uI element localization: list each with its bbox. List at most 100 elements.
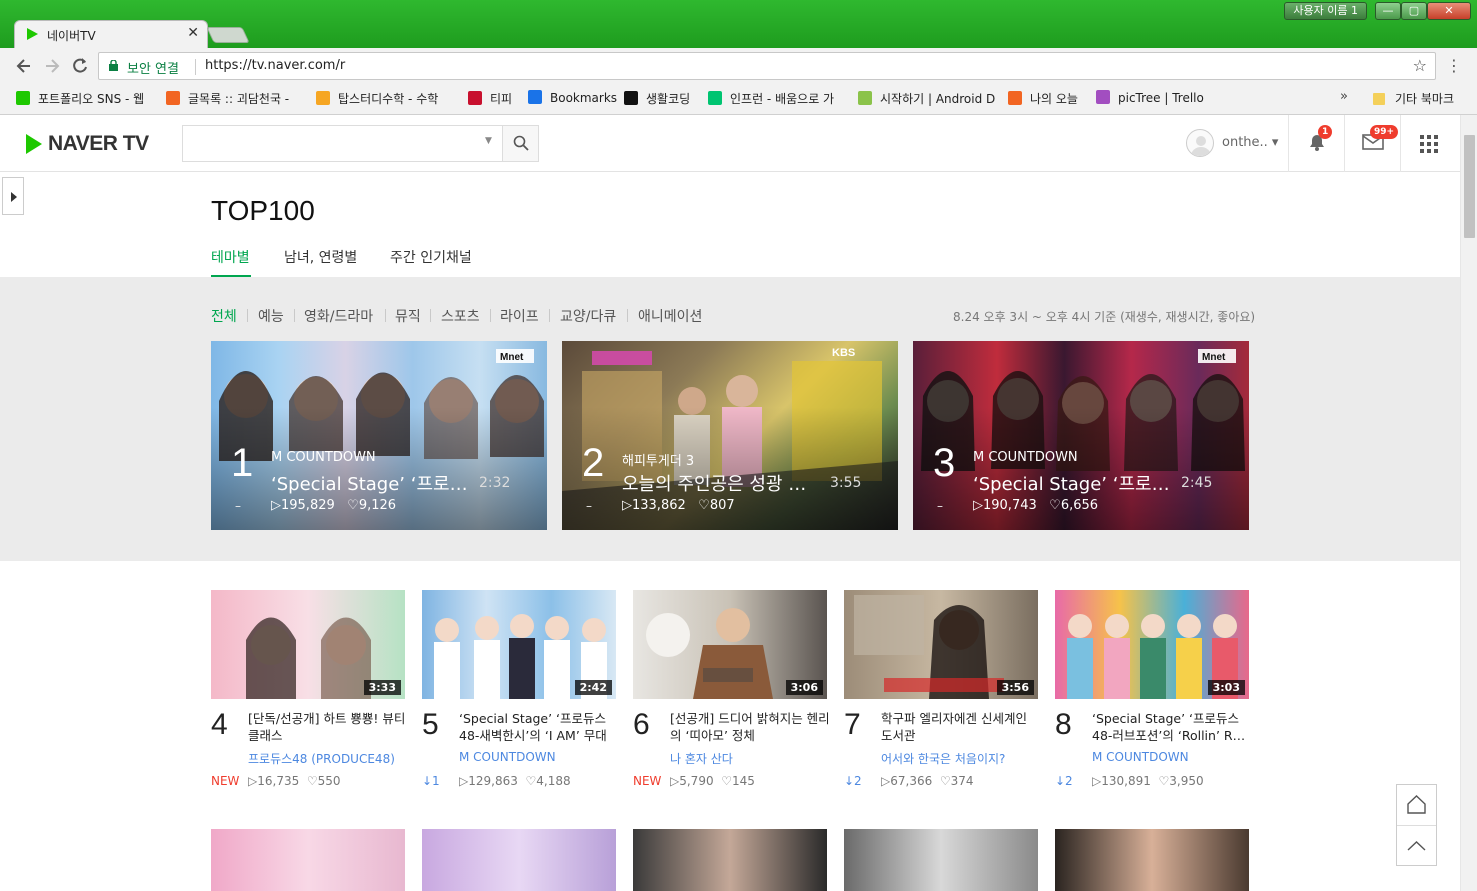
rank-change: NEW xyxy=(211,774,240,788)
video-stats: ▷16,735 ♡550 xyxy=(248,774,341,788)
channel-name[interactable]: M COUNTDOWN xyxy=(459,750,556,764)
search-input[interactable]: ▼ xyxy=(182,125,539,162)
url-text[interactable]: https://tv.naver.com/r xyxy=(205,58,345,73)
tab-gender-age[interactable]: 남녀, 연령별 xyxy=(284,247,357,267)
play-count: ▷133,862 xyxy=(622,498,686,513)
video-title[interactable]: ‘Special Stage’ ‘프로듀스48-새벽한시’의 ‘I AM’ 무대 xyxy=(459,710,619,744)
bookmark-item[interactable]: 시작하기 | Android D xyxy=(858,90,995,108)
maximize-button[interactable]: ▢ xyxy=(1401,2,1427,20)
rank-number: 7 xyxy=(844,708,861,741)
video-duration: 2:42 xyxy=(574,680,612,695)
video-card[interactable]: 3:03 8 ‘Special Stage’ ‘프로듀스48-러브포션’의 ‘R… xyxy=(1055,590,1249,788)
video-duration: 2:45 xyxy=(1181,475,1213,491)
video-thumbnail[interactable]: 3:03 xyxy=(1055,590,1249,699)
video-thumbnail[interactable]: 3:06 xyxy=(633,590,827,699)
rank-change: – xyxy=(235,499,241,513)
floating-nav xyxy=(1396,784,1437,866)
category-animation[interactable]: 애니메이션 xyxy=(638,306,702,326)
tab-weekly-channel[interactable]: 주간 인기채널 xyxy=(390,247,472,267)
secure-connection-label: 보안 연결 xyxy=(127,62,179,77)
top-video-card[interactable]: Mnet 3 M COUNTDOWN ‘Special Stage’ ‘프로… … xyxy=(913,341,1249,530)
tab-close-icon[interactable]: ✕ xyxy=(187,25,199,41)
avatar[interactable] xyxy=(1186,129,1214,157)
mail-button[interactable]: 99+ xyxy=(1362,125,1399,151)
browser-toolbar: 보안 연결 https://tv.naver.com/r ☆ ⋮ xyxy=(0,48,1477,84)
video-thumbnail[interactable] xyxy=(844,829,1038,891)
channel-name[interactable]: 어서와 한국은 처음이지? xyxy=(881,750,1005,767)
category-variety[interactable]: 예능 xyxy=(258,306,284,326)
profile-button[interactable]: 사용자 이름 1 xyxy=(1284,2,1367,20)
video-card[interactable]: 3:06 6 [선공개] 드디어 밝혀지는 헨리의 ‘띠아모’ 정체 나 혼자 … xyxy=(633,590,830,788)
bookmark-item[interactable]: 탑스터디수학 - 수학 xyxy=(316,90,438,108)
video-card[interactable]: 3:56 7 학구파 엘리자에겐 신세계인 도서관 어서와 한국은 처음이지? … xyxy=(844,590,1038,788)
video-title[interactable]: 학구파 엘리자에겐 신세계인 도서관 xyxy=(881,710,1041,744)
search-dropdown-icon[interactable]: ▼ xyxy=(485,136,492,146)
browser-tab[interactable]: 네이버TV ✕ xyxy=(14,20,208,48)
forward-arrow-icon[interactable] xyxy=(42,56,62,76)
home-button[interactable] xyxy=(1397,785,1436,825)
bookmark-item[interactable]: 글목록 :: 괴담천국 - xyxy=(166,90,289,108)
category-music[interactable]: 뮤직 xyxy=(395,306,421,326)
bookmark-item[interactable]: Bookmarks xyxy=(528,90,617,108)
video-thumbnail[interactable] xyxy=(633,829,827,891)
video-thumbnail[interactable] xyxy=(1055,829,1249,891)
bookmark-item[interactable]: picTree | Trello xyxy=(1096,90,1204,108)
scrollbar-thumb[interactable] xyxy=(1464,135,1475,238)
apps-grid-icon[interactable] xyxy=(1420,135,1438,153)
like-count: ♡9,126 xyxy=(347,498,397,513)
tab-theme[interactable]: 테마별 xyxy=(211,247,250,267)
notifications-button[interactable]: 1 xyxy=(1306,125,1333,153)
video-title[interactable]: [단독/선공개] 하트 뿅뿅! 뷰티 클래스 xyxy=(248,710,408,744)
video-stats: ▷133,862 ♡807 xyxy=(622,498,735,513)
rank-number: 6 xyxy=(633,708,650,741)
other-bookmarks-folder[interactable]: 기타 북마크 xyxy=(1373,90,1454,107)
category-all[interactable]: 전체 xyxy=(211,306,237,326)
video-title[interactable]: ‘Special Stage’ ‘프로듀스48-러브포션’의 ‘Rollin’ … xyxy=(1092,710,1252,744)
rank-number: 2 xyxy=(582,441,605,485)
channel-name[interactable]: 프로듀스48 (PRODUCE48) xyxy=(248,750,395,767)
video-thumbnail[interactable] xyxy=(211,829,405,891)
browser-menu-icon[interactable]: ⋮ xyxy=(1446,54,1462,78)
video-thumbnail[interactable]: 3:56 xyxy=(844,590,1038,699)
video-thumbnail[interactable]: 3:33 xyxy=(211,590,405,699)
reload-icon[interactable] xyxy=(70,56,90,76)
bookmark-item[interactable]: 인프런 - 배움으로 가 xyxy=(708,90,834,108)
address-bar[interactable]: 보안 연결 https://tv.naver.com/r ☆ xyxy=(98,52,1436,80)
bookmark-star-icon[interactable]: ☆ xyxy=(1413,56,1427,75)
channel-name[interactable]: M COUNTDOWN xyxy=(1092,750,1189,764)
tab-title: 네이버TV xyxy=(47,29,96,43)
page-scrollbar[interactable] xyxy=(1460,115,1477,891)
bookmark-item[interactable]: 생활코딩 xyxy=(624,90,690,108)
top-video-card[interactable]: Mnet 1 M COUNTDOWN ‘Special Stage’ ‘프로… … xyxy=(211,341,547,530)
video-thumbnail[interactable] xyxy=(422,829,616,891)
bookmarks-overflow-button[interactable]: » xyxy=(1340,89,1348,104)
rank-number: 3 xyxy=(933,441,956,485)
bookmark-item[interactable]: 포트폴리오 SNS - 웹 xyxy=(16,90,144,108)
category-drama[interactable]: 영화/드라마 xyxy=(304,306,373,326)
sidebar-toggle-button[interactable] xyxy=(2,177,24,215)
category-sports[interactable]: 스포츠 xyxy=(441,306,480,326)
video-stats: ▷195,829 ♡9,126 xyxy=(271,498,396,513)
new-tab-button[interactable] xyxy=(206,27,250,43)
notification-badge: 1 xyxy=(1318,125,1333,139)
video-thumbnail[interactable]: 2:42 xyxy=(422,590,616,699)
bookmark-item[interactable]: 나의 오늘 xyxy=(1008,90,1078,108)
category-docu[interactable]: 교양/다큐 xyxy=(560,306,616,326)
close-window-button[interactable]: ✕ xyxy=(1427,2,1471,20)
bookmark-item[interactable]: 티피 xyxy=(468,90,512,108)
video-card[interactable]: 3:33 4 [단독/선공개] 하트 뿅뿅! 뷰티 클래스 프로듀스48 (PR… xyxy=(211,590,405,788)
search-button[interactable] xyxy=(502,126,538,161)
rank-change: – xyxy=(586,499,592,513)
naver-tv-logo[interactable]: NAVER TV xyxy=(26,132,149,155)
scroll-top-button[interactable] xyxy=(1397,825,1436,865)
video-card[interactable]: 2:42 5 ‘Special Stage’ ‘프로듀스48-새벽한시’의 ‘I… xyxy=(422,590,616,788)
video-title[interactable]: [선공개] 드디어 밝혀지는 헨리의 ‘띠아모’ 정체 xyxy=(670,710,830,744)
window-titlebar: 사용자 이름 1 — ▢ ✕ 네이버TV ✕ xyxy=(0,0,1477,48)
username-menu[interactable]: onthe.. ▾ xyxy=(1222,135,1278,150)
minimize-button[interactable]: — xyxy=(1375,2,1401,20)
top-video-card[interactable]: KBS 2 해피투게더 3 오늘의 주인공은 성광 … 3:55 – ▷133,… xyxy=(562,341,898,530)
category-life[interactable]: 라이프 xyxy=(500,306,539,326)
back-arrow-icon[interactable] xyxy=(14,56,34,76)
channel-name[interactable]: 나 혼자 산다 xyxy=(670,750,733,767)
play-count: ▷190,743 xyxy=(973,498,1037,513)
